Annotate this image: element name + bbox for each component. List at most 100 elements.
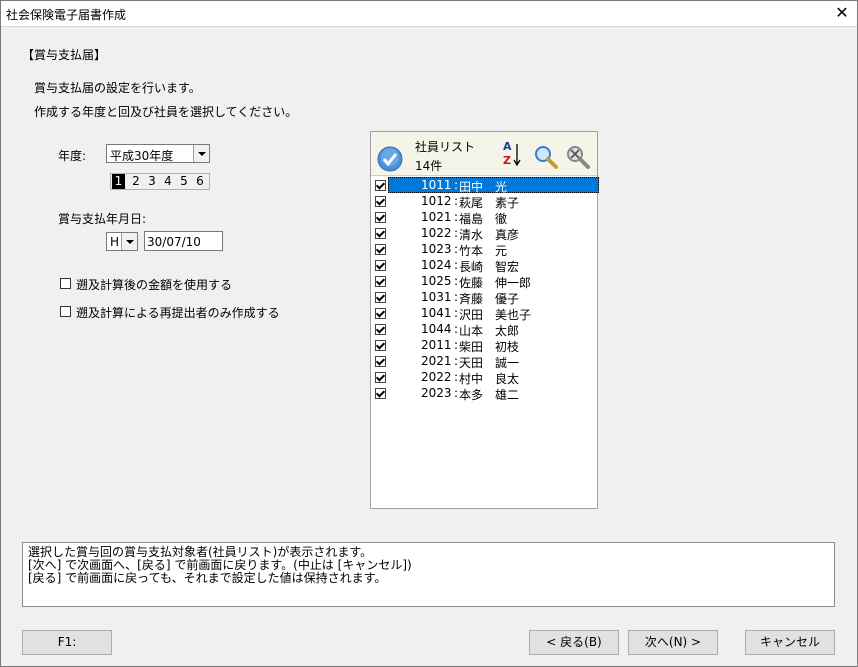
employee-code: 1024 xyxy=(421,258,452,272)
back-button[interactable]: < 戻る(B) xyxy=(529,630,619,655)
employee-separator: : xyxy=(454,226,459,240)
employee-list-header xyxy=(371,132,597,176)
description-line-1: 賞与支払届の設定を行います。 xyxy=(34,81,201,95)
close-icon[interactable]: ✕ xyxy=(826,0,858,26)
employee-code: 1011 xyxy=(421,178,452,192)
employee-row[interactable]: 1011: 田中 光 xyxy=(373,177,599,194)
employee-checkbox[interactable] xyxy=(375,356,386,367)
employee-row[interactable]: 2011: 柴田 初枝 xyxy=(373,337,597,354)
employee-separator: : xyxy=(454,258,459,272)
employee-code: 1031 xyxy=(421,290,452,304)
payment-date-input[interactable]: 30/07/10 xyxy=(144,231,223,251)
era-select[interactable]: H xyxy=(106,232,138,251)
employee-list-panel: 社員リスト 14件 A Z 1011: 田中 光 1012: 萩尾 素子 1021: 福島… xyxy=(370,131,599,509)
employee-separator: : xyxy=(454,322,459,336)
employee-row[interactable]: 1022: 清水 真彦 xyxy=(373,225,597,242)
employee-code: 1012 xyxy=(421,194,452,208)
employee-code: 1023 xyxy=(421,242,452,256)
employee-row[interactable]: 1024: 長崎 智宏 xyxy=(373,257,597,274)
employee-separator: : xyxy=(454,338,459,352)
employee-separator: : xyxy=(454,370,459,384)
employee-separator: : xyxy=(454,290,459,304)
employee-code: 1025 xyxy=(421,274,452,288)
chevron-down-icon[interactable] xyxy=(193,145,209,162)
payment-date-value: 30/07/10 xyxy=(147,235,201,249)
next-button[interactable]: 次へ(N) > xyxy=(628,630,718,655)
employee-checkbox[interactable] xyxy=(375,372,386,383)
employee-checkbox[interactable] xyxy=(375,276,386,287)
section-title: 【賞与支払届】 xyxy=(22,48,107,62)
employee-row[interactable]: 1023: 竹本 元 xyxy=(373,241,597,258)
option-label-2: 遡及計算による再提出者のみ作成する xyxy=(76,306,280,320)
round-tab-1[interactable]: 1 xyxy=(112,174,125,189)
cancel-button[interactable]: キャンセル xyxy=(745,630,835,655)
employee-checkbox[interactable] xyxy=(375,260,386,271)
employee-row[interactable]: 2023: 本多 雄二 xyxy=(373,385,597,402)
message-line-1: 選択した賞与回の賞与支払対象者(社員リスト)が表示されます。 xyxy=(28,545,373,559)
employee-separator: : xyxy=(454,354,459,368)
employee-checkbox[interactable] xyxy=(375,388,386,399)
employee-separator: : xyxy=(454,306,459,320)
employee-code: 1041 xyxy=(421,306,452,320)
f1-button[interactable]: F1: xyxy=(22,630,112,655)
check-all-icon[interactable] xyxy=(377,146,403,172)
employee-row[interactable]: 2021: 天田 誠一 xyxy=(373,353,597,370)
employee-code: 2022 xyxy=(421,370,452,384)
employee-separator: : xyxy=(454,242,459,256)
year-select[interactable]: 平成30年度 xyxy=(106,144,210,163)
employee-separator: : xyxy=(454,178,459,192)
employee-checkbox[interactable] xyxy=(375,212,386,223)
employee-checkbox[interactable] xyxy=(375,244,386,255)
year-select-value: 平成30年度 xyxy=(110,149,174,163)
option-checkbox-1[interactable] xyxy=(60,278,71,289)
era-select-value: H xyxy=(110,235,120,249)
employee-code: 1021 xyxy=(421,210,452,224)
employee-row[interactable]: 1041: 沢田 美也子 xyxy=(373,305,597,322)
payment-date-label: 賞与支払年月日: xyxy=(58,212,147,226)
employee-checkbox[interactable] xyxy=(375,180,386,191)
employee-row[interactable]: 1031: 斉藤 優子 xyxy=(373,289,597,306)
help-message-box: 選択した賞与回の賞与支払対象者(社員リスト)が表示されます。 [次へ] で次画面… xyxy=(22,542,835,607)
chevron-down-icon[interactable] xyxy=(121,233,137,250)
employee-code: 1022 xyxy=(421,226,452,240)
employee-separator: : xyxy=(454,210,459,224)
round-selector[interactable]: 123456 xyxy=(110,173,210,190)
search-clear-icon[interactable] xyxy=(565,144,591,170)
year-label: 年度: xyxy=(58,149,87,163)
employee-checkbox[interactable] xyxy=(375,308,386,319)
employee-code: 2023 xyxy=(421,386,452,400)
round-tab-3[interactable]: 3 xyxy=(144,174,160,189)
message-line-2: [次へ] で次画面へ、[戻る] で前画面に戻ります。(中止は [キャンセル]) xyxy=(28,558,412,572)
employee-row[interactable]: 1021: 福島 徹 xyxy=(373,209,597,226)
message-line-3: [戻る] で前画面に戻っても、それまで設定した値は保持されます。 xyxy=(28,571,387,585)
employee-list-title: 社員リスト xyxy=(415,140,476,154)
employee-separator: : xyxy=(454,274,459,288)
sort-az-icon[interactable]: A Z xyxy=(501,140,523,170)
employee-count: 14件 xyxy=(415,159,443,173)
employee-checkbox[interactable] xyxy=(375,340,386,351)
employee-row[interactable]: 1044: 山本 太郎 xyxy=(373,321,597,338)
round-tab-4[interactable]: 4 xyxy=(160,174,176,189)
employee-checkbox[interactable] xyxy=(375,324,386,335)
employee-row[interactable]: 2022: 村中 良太 xyxy=(373,369,597,386)
employee-row[interactable]: 1025: 佐藤 伸一郎 xyxy=(373,273,597,290)
window-title: 社会保険電子届書作成 xyxy=(6,8,127,22)
employee-checkbox[interactable] xyxy=(375,196,386,207)
employee-checkbox[interactable] xyxy=(375,228,386,239)
employee-code: 2021 xyxy=(421,354,452,368)
round-tab-5[interactable]: 5 xyxy=(176,174,192,189)
employee-row[interactable]: 1012: 萩尾 素子 xyxy=(373,193,597,210)
employee-checkbox[interactable] xyxy=(375,292,386,303)
option-label-1: 遡及計算後の金額を使用する xyxy=(76,278,233,292)
employee-separator: : xyxy=(454,194,459,208)
search-icon[interactable] xyxy=(533,144,559,170)
employee-code: 1044 xyxy=(421,322,452,336)
employee-separator: : xyxy=(454,386,459,400)
title-bar xyxy=(0,0,858,27)
employee-name: 本多 雄二 xyxy=(459,388,520,402)
employee-code: 2011 xyxy=(421,338,452,352)
description-line-2: 作成する年度と回及び社員を選択してください。 xyxy=(34,105,298,119)
round-tab-6[interactable]: 6 xyxy=(192,174,208,189)
option-checkbox-2[interactable] xyxy=(60,306,71,317)
round-tab-2[interactable]: 2 xyxy=(128,174,144,189)
